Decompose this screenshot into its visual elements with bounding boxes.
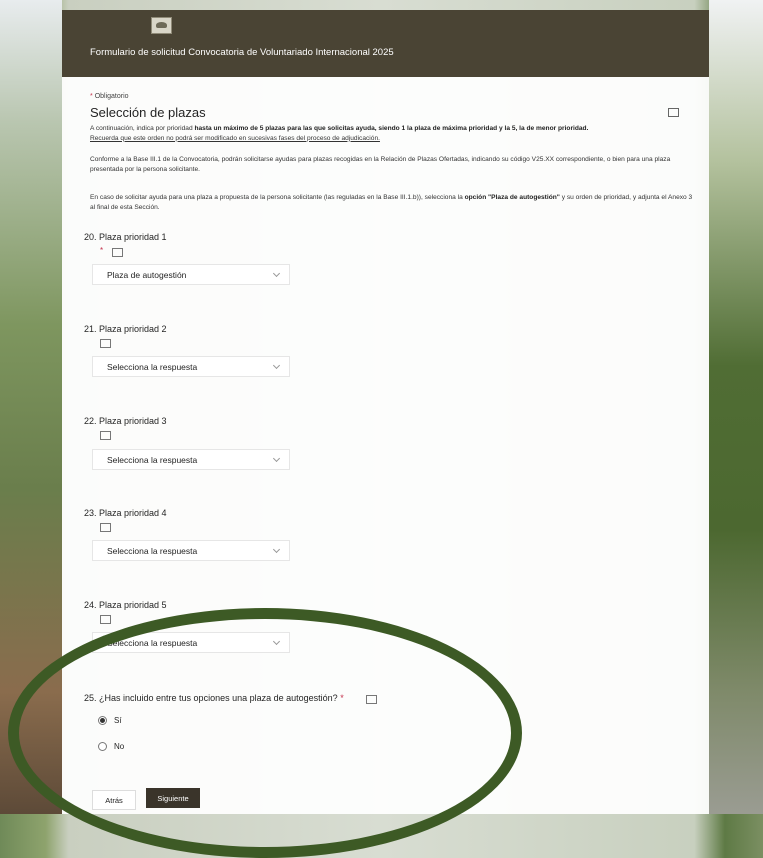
required-star: * bbox=[90, 93, 93, 100]
form-panel: Formulario de solicitud Convocatoria de … bbox=[62, 10, 709, 814]
immersive-reader-icon[interactable] bbox=[100, 615, 111, 624]
immersive-reader-icon[interactable] bbox=[112, 248, 123, 257]
logo-icon bbox=[151, 17, 172, 34]
priority-4-value: Selecciona la respuesta bbox=[107, 546, 198, 556]
radio-button-checked[interactable] bbox=[98, 716, 107, 725]
radio-label-no: No bbox=[114, 742, 125, 751]
question-title-25: 25. ¿Has incluido entre tus opciones una… bbox=[84, 693, 344, 703]
chevron-down-icon bbox=[272, 269, 281, 278]
question-title-20: 20. Plaza prioridad 1 bbox=[84, 232, 167, 242]
immersive-reader-icon[interactable] bbox=[366, 695, 377, 704]
back-button[interactable]: Atrás bbox=[92, 790, 136, 810]
immersive-reader-icon[interactable] bbox=[100, 431, 111, 440]
question-title-23: 23. Plaza prioridad 4 bbox=[84, 508, 167, 518]
required-note: * Obligatorio bbox=[90, 93, 129, 100]
question-title-21: 21. Plaza prioridad 2 bbox=[84, 324, 167, 334]
chevron-down-icon bbox=[272, 361, 281, 370]
immersive-reader-icon[interactable] bbox=[100, 523, 111, 532]
section-title: Selección de plazas bbox=[90, 105, 206, 120]
background-photo-left bbox=[0, 0, 62, 814]
form-title: Formulario de solicitud Convocatoria de … bbox=[90, 47, 394, 58]
intro-paragraph-1: A continuación, indica por prioridad has… bbox=[90, 125, 589, 142]
next-button[interactable]: Siguiente bbox=[146, 788, 200, 808]
chevron-down-icon bbox=[272, 637, 281, 646]
priority-5-value: Selecciona la respuesta bbox=[107, 638, 198, 648]
background-photo-right bbox=[709, 0, 763, 814]
immersive-reader-icon[interactable] bbox=[100, 339, 111, 348]
form-header: Formulario de solicitud Convocatoria de … bbox=[62, 10, 709, 77]
radio-label-si: Sí bbox=[114, 716, 122, 725]
chevron-down-icon bbox=[272, 454, 281, 463]
immersive-reader-icon[interactable] bbox=[668, 108, 679, 117]
intro-paragraph-2: Conforme a la Base III.1 de la Convocato… bbox=[90, 156, 671, 173]
question-title-24: 24. Plaza prioridad 5 bbox=[84, 600, 167, 610]
required-star: * bbox=[100, 246, 104, 255]
priority-3-select[interactable]: Selecciona la respuesta bbox=[92, 449, 290, 470]
priority-2-value: Selecciona la respuesta bbox=[107, 362, 198, 372]
priority-1-value: Plaza de autogestión bbox=[107, 270, 187, 280]
priority-5-select[interactable]: Selecciona la respuesta bbox=[92, 632, 290, 653]
chevron-down-icon bbox=[272, 545, 281, 554]
required-star: * bbox=[340, 693, 344, 703]
priority-1-select[interactable]: Plaza de autogestión bbox=[92, 264, 290, 285]
intro-paragraph-3: En caso de solicitar ayuda para una plaz… bbox=[90, 194, 693, 211]
required-label: Obligatorio bbox=[94, 93, 129, 100]
priority-2-select[interactable]: Selecciona la respuesta bbox=[92, 356, 290, 377]
priority-3-value: Selecciona la respuesta bbox=[107, 455, 198, 465]
priority-4-select[interactable]: Selecciona la respuesta bbox=[92, 540, 290, 561]
radio-button[interactable] bbox=[98, 742, 107, 751]
question-title-22: 22. Plaza prioridad 3 bbox=[84, 416, 167, 426]
